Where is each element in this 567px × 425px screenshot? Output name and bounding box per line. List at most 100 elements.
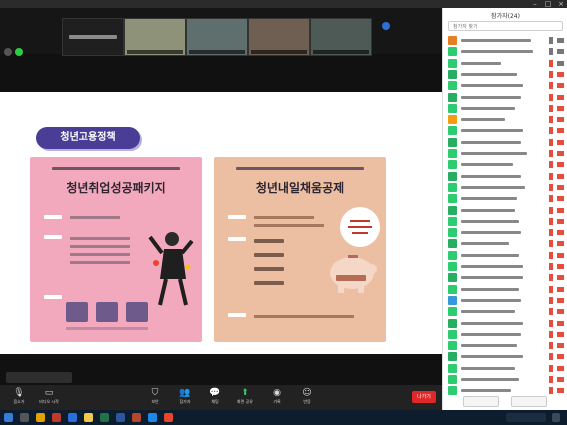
participant-row[interactable]	[443, 340, 567, 351]
mic-icon: 🎙	[13, 388, 25, 398]
mic-muted-icon	[549, 206, 553, 214]
participant-row[interactable]	[443, 363, 567, 374]
participant-row[interactable]	[443, 318, 567, 329]
mic-muted-icon	[549, 296, 553, 304]
invite-button[interactable]	[463, 396, 499, 407]
mic-muted-icon	[549, 195, 553, 203]
participant-row[interactable]	[443, 250, 567, 261]
participant-row[interactable]	[443, 171, 567, 182]
avatar	[448, 81, 457, 91]
participant-row[interactable]	[443, 69, 567, 80]
participant-row[interactable]	[443, 374, 567, 385]
participant-tile[interactable]	[310, 18, 372, 56]
participant-row[interactable]	[443, 385, 567, 396]
participant-row[interactable]	[443, 306, 567, 317]
app-icon[interactable]	[52, 413, 61, 422]
participant-tile[interactable]	[124, 18, 186, 56]
participant-row[interactable]	[443, 58, 567, 69]
participant-row[interactable]	[443, 114, 567, 125]
participant-row[interactable]	[443, 80, 567, 91]
notification-center-icon[interactable]	[552, 413, 560, 422]
participant-row[interactable]	[443, 137, 567, 148]
camera-off-icon	[557, 49, 564, 55]
participant-name	[461, 242, 509, 246]
maximize-icon[interactable]: □	[542, 0, 554, 8]
search-icon[interactable]	[20, 413, 29, 422]
close-icon[interactable]: ×	[555, 0, 567, 8]
participant-row[interactable]	[443, 216, 567, 227]
participant-row[interactable]	[443, 148, 567, 159]
zoom-app-icon[interactable]	[68, 413, 77, 422]
participant-row[interactable]	[443, 238, 567, 249]
participant-name	[461, 265, 523, 268]
app-icon[interactable]	[84, 413, 93, 422]
step-box	[66, 302, 88, 322]
start-video-button[interactable]: ▭ 비디오 시작	[34, 385, 64, 410]
powerpoint-icon[interactable]	[132, 413, 141, 422]
participant-row[interactable]	[443, 125, 567, 136]
participant-search-input[interactable]: 참가자 찾기	[448, 21, 563, 31]
meeting-info-icon[interactable]	[4, 48, 12, 56]
participant-tile[interactable]	[186, 18, 248, 56]
avatar	[448, 273, 457, 283]
leave-button[interactable]: 나가기	[412, 391, 436, 403]
participant-row[interactable]	[443, 295, 567, 306]
participant-row[interactable]	[443, 46, 567, 57]
participant-row[interactable]	[443, 351, 567, 362]
record-button[interactable]: ◉ 기록	[262, 385, 292, 410]
mic-muted-icon	[549, 104, 553, 112]
participant-name	[461, 197, 517, 201]
avatar	[448, 329, 457, 339]
chrome-icon[interactable]	[164, 413, 173, 422]
word-icon[interactable]	[116, 413, 125, 422]
participant-row[interactable]	[443, 261, 567, 272]
participant-row[interactable]	[443, 227, 567, 238]
camera-off-icon	[557, 297, 564, 303]
system-clock[interactable]	[506, 413, 546, 422]
security-button[interactable]: ⛉ 보안	[140, 385, 170, 410]
reactions-button[interactable]: ☺ 반응	[292, 385, 322, 410]
camera-off-icon	[557, 241, 564, 247]
camera-off-icon	[557, 331, 564, 337]
participant-name	[461, 140, 521, 144]
participant-name	[461, 366, 515, 370]
participant-name	[461, 355, 523, 359]
poster-title: 청년취업성공패키지	[66, 181, 166, 195]
participant-name	[461, 389, 511, 393]
chat-button[interactable]: 💬 채팅	[200, 385, 230, 410]
edge-icon[interactable]	[148, 413, 157, 422]
participants-button[interactable]: 👥 참가자	[170, 385, 200, 410]
excel-icon[interactable]	[100, 413, 109, 422]
notification-toast[interactable]	[6, 372, 72, 383]
participant-row[interactable]	[443, 205, 567, 216]
participant-name	[461, 152, 527, 155]
folder-icon[interactable]	[36, 413, 45, 422]
participant-row[interactable]	[443, 193, 567, 204]
connection-status-icon[interactable]	[15, 48, 23, 56]
camera-off-icon	[557, 94, 564, 100]
mic-muted-icon	[549, 150, 553, 157]
mute-button[interactable]: 🎙 음소거	[4, 385, 34, 410]
participant-tile[interactable]	[62, 18, 124, 56]
participant-row[interactable]	[443, 92, 567, 103]
participant-row[interactable]	[443, 35, 567, 46]
camera-off-icon	[557, 230, 564, 236]
mic-muted-icon	[549, 37, 553, 44]
start-icon[interactable]	[4, 413, 13, 422]
avatar	[448, 295, 457, 305]
participant-row[interactable]	[443, 182, 567, 193]
avatar	[448, 126, 457, 136]
mic-muted-icon	[549, 342, 553, 350]
participant-tile[interactable]	[248, 18, 310, 56]
share-screen-button[interactable]: ⬆ 화면 공유	[230, 385, 260, 410]
camera-off-icon	[557, 264, 564, 269]
mute-all-button[interactable]	[511, 396, 547, 407]
next-page-icon[interactable]	[382, 22, 390, 30]
participant-row[interactable]	[443, 272, 567, 283]
piggy-bank-icon	[330, 255, 377, 293]
participant-row[interactable]	[443, 103, 567, 114]
minimize-icon[interactable]: –	[529, 0, 541, 8]
participant-row[interactable]	[443, 159, 567, 170]
participant-row[interactable]	[443, 329, 567, 340]
participant-row[interactable]	[443, 284, 567, 295]
